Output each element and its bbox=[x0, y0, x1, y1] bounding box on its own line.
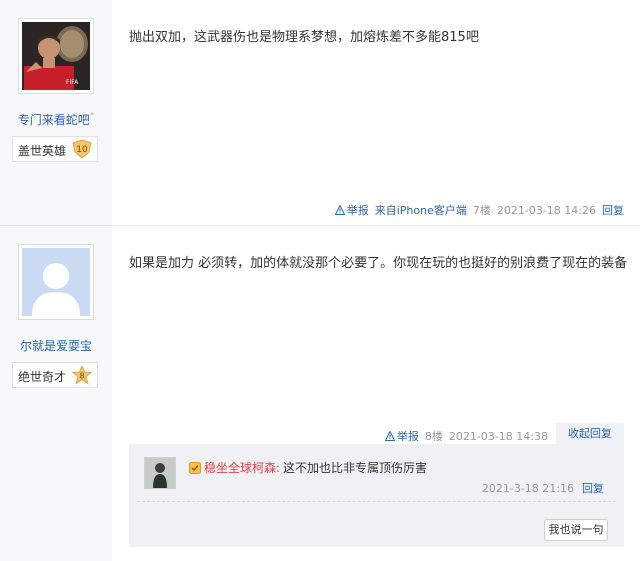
post-time: 2021-03-18 14:38 bbox=[448, 429, 548, 443]
username[interactable]: 尔就是爱耍宝 bbox=[20, 339, 92, 353]
report-label[interactable]: 举报 bbox=[347, 202, 369, 218]
sub-reply-reply-link[interactable]: 回复 bbox=[582, 482, 604, 495]
author-sidebar: FIFA 专门来看蛇吧° 盖世英雄 10 bbox=[0, 0, 112, 226]
level-badge[interactable]: 盖世英雄 10 bbox=[12, 136, 98, 162]
avatar-photo-icon bbox=[145, 458, 175, 488]
post-floor-7: FIFA 专门来看蛇吧° 盖世英雄 10 抛出双加，这武器伤也是物理系梦想，加熔… bbox=[0, 0, 640, 226]
username-link[interactable]: 尔就是爱耍宝 bbox=[0, 337, 112, 354]
level-shield-icon: 10 bbox=[72, 139, 92, 159]
post-content: 如果是加力 必须转，加的体就没那个必要了。你现在玩的也挺好的别浪费了现在的装备 bbox=[129, 256, 628, 271]
badge-level-text: 8 bbox=[79, 372, 84, 381]
author-sidebar: 尔就是爱耍宝 绝世奇才 8 bbox=[0, 226, 112, 561]
avatar-photo-icon bbox=[22, 22, 90, 90]
username[interactable]: 专门来看蛇吧 bbox=[18, 113, 90, 127]
floor-number: 8楼 bbox=[424, 430, 443, 443]
sub-reply-time: 2021-3-18 21:16 bbox=[481, 482, 574, 495]
floor-number: 7楼 bbox=[472, 204, 491, 217]
badge-level-text: 10 bbox=[76, 145, 88, 155]
sub-reply-avatar[interactable] bbox=[144, 457, 176, 489]
avatar[interactable]: FIFA bbox=[18, 18, 94, 94]
sub-reply-panel: 稳坐全球柯森: 这不加也比非专属顶伤厉害 2021-3-18 21:16 回复 我… bbox=[129, 444, 624, 547]
client-source[interactable]: 来自iPhone客户端 bbox=[375, 202, 467, 218]
report-link[interactable]: 举报 bbox=[334, 202, 369, 218]
badge-title: 盖世英雄 bbox=[18, 144, 67, 158]
level-star-icon: 8 bbox=[71, 365, 93, 385]
username-suffix: ° bbox=[89, 112, 95, 122]
reply-link[interactable]: 回复 bbox=[602, 202, 624, 218]
post-floor-8: 尔就是爱耍宝 绝世奇才 8 如果是加力 必须转，加的体就没那个必要了。你现在玩的… bbox=[0, 226, 640, 561]
report-link[interactable]: 举报 bbox=[384, 428, 419, 444]
report-label[interactable]: 举报 bbox=[397, 428, 419, 444]
warning-icon bbox=[384, 431, 395, 441]
sub-reply-meta: 2021-3-18 21:16 回复 bbox=[482, 480, 604, 496]
sub-reply-author[interactable]: 稳坐全球柯森: bbox=[204, 459, 280, 476]
member-badge-icon bbox=[189, 461, 201, 474]
avatar[interactable] bbox=[18, 244, 94, 320]
sub-reply-item: 稳坐全球柯森: 这不加也比非专属顶伤厉害 2021-3-18 21:16 回复 bbox=[137, 450, 616, 502]
default-avatar-icon bbox=[22, 248, 90, 316]
add-reply-button[interactable]: 我也说一句 bbox=[544, 519, 608, 541]
post-meta: 举报 来自iPhone客户端 7楼 2021-03-18 14:26 回复 bbox=[334, 202, 624, 218]
username-link[interactable]: 专门来看蛇吧° bbox=[0, 111, 112, 128]
post-meta: 举报 8楼 2021-03-18 14:38 bbox=[384, 428, 548, 444]
sub-reply-text: 这不加也比非专属顶伤厉害 bbox=[283, 461, 428, 475]
sub-reply-line: 稳坐全球柯森: 这不加也比非专属顶伤厉害 bbox=[189, 459, 427, 476]
badge-title: 绝世奇才 bbox=[18, 370, 67, 384]
post-content: 抛出双加，这武器伤也是物理系梦想，加熔炼差不多能815吧 bbox=[129, 30, 479, 45]
warning-icon bbox=[334, 205, 345, 215]
post-time: 2021-03-18 14:26 bbox=[496, 203, 596, 217]
avatar-caption: FIFA bbox=[66, 79, 79, 86]
level-badge[interactable]: 绝世奇才 8 bbox=[12, 362, 98, 388]
